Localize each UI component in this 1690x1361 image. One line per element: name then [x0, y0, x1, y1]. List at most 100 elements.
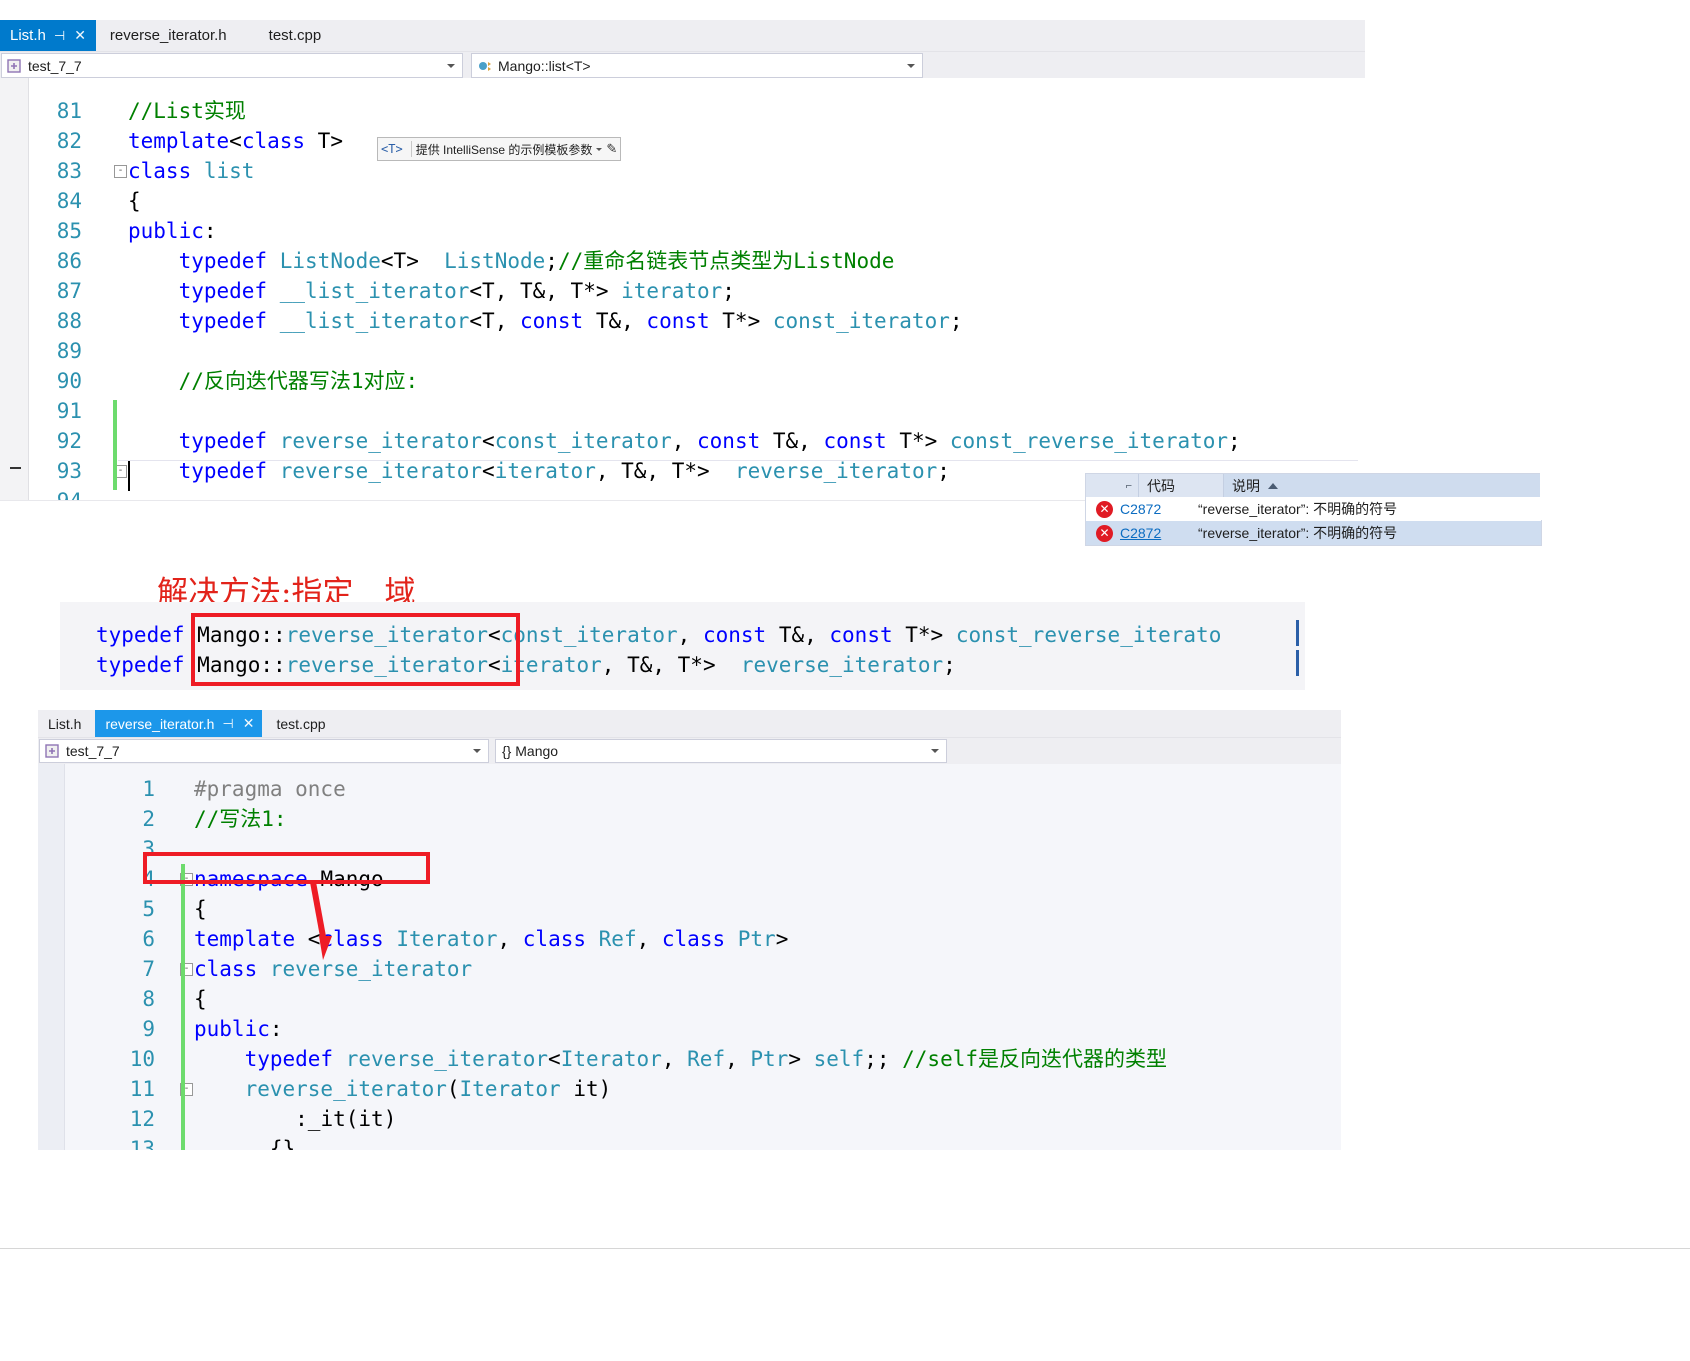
error-list-col-description[interactable]: 说明 — [1224, 474, 1541, 497]
error-severity-icon: ✕ — [1096, 524, 1113, 542]
code-line[interactable]: { — [128, 186, 141, 216]
pin-icon[interactable]: ⊣ — [222, 716, 233, 732]
code-line[interactable]: {} — [194, 1134, 295, 1150]
bottom-editor-code-surface[interactable]: 1 #pragma once 2//写法1: 3 4 namespace Mango -5{… — [38, 764, 1341, 1150]
fold-toggle-icon[interactable]: - — [114, 165, 127, 178]
code-line[interactable]: typedef reverse_iterator<const_iterator,… — [128, 426, 1241, 456]
code-token: const_iterator — [500, 623, 678, 647]
code-token: < — [482, 459, 495, 483]
code-line[interactable]: //写法1: — [194, 804, 287, 834]
tab-test-cpp[interactable]: test.cpp — [262, 710, 339, 737]
code-token: list — [203, 159, 255, 183]
code-token: < — [482, 429, 495, 453]
code-line[interactable]: template <class Iterator, class Ref, cla… — [194, 924, 788, 954]
error-code-link[interactable]: C2872 — [1120, 501, 1198, 517]
change-bar — [181, 984, 185, 1014]
project-selector[interactable]: test_7_7 — [1, 53, 463, 78]
intellisense-template-hint[interactable]: <T> 提供 IntelliSense 的示例模板参数 ✎ — [377, 137, 622, 161]
line-number: 5 — [142, 897, 155, 921]
project-selector[interactable]: test_7_7 — [39, 739, 489, 763]
tab-list-h[interactable]: List.h — [38, 710, 95, 737]
panel-notch — [1540, 473, 1690, 520]
error-code-link[interactable]: C2872 — [1120, 525, 1198, 541]
edit-pencil-icon[interactable]: ✎ — [606, 141, 617, 157]
code-token: < — [229, 129, 242, 153]
code-line[interactable]: #pragma once — [194, 774, 346, 804]
tab-label: reverse_iterator.h — [105, 715, 215, 732]
code-token: //List实现 — [128, 99, 246, 123]
sort-ascending-icon — [1268, 482, 1278, 489]
close-icon[interactable]: ✕ — [243, 715, 255, 732]
code-line[interactable]: public: — [128, 216, 217, 246]
scope-selector-value: Mango::list<T> — [498, 57, 591, 74]
error-list-col-code[interactable]: 代码 — [1139, 474, 1224, 497]
intellisense-hint-text: 提供 IntelliSense 的示例模板参数 — [415, 142, 593, 157]
code-token: template — [194, 927, 296, 951]
chevron-down-icon[interactable] — [931, 749, 939, 753]
chevron-down-icon[interactable] — [596, 147, 603, 151]
pin-icon[interactable]: ⊣ — [54, 28, 65, 44]
code-token: typedef — [178, 279, 268, 303]
code-line[interactable]: //反向迭代器写法1对应: — [128, 366, 419, 396]
code-line[interactable]: //List实现 — [128, 96, 246, 126]
tab-reverse-iterator-h[interactable]: reverse_iterator.h — [96, 20, 255, 51]
code-token: typedef — [178, 459, 268, 483]
code-line[interactable]: typedef __list_iterator<T, T&, T*> itera… — [128, 276, 735, 306]
chevron-down-icon[interactable] — [473, 749, 481, 753]
code-line[interactable]: { — [194, 894, 207, 924]
code-line[interactable]: { — [194, 984, 207, 1014]
code-line[interactable]: public: — [194, 1014, 283, 1044]
tab-test-cpp[interactable]: test.cpp — [255, 20, 336, 51]
code-line[interactable]: typedef ListNode<T> ListNode;//重命名链表节点类型… — [128, 246, 895, 276]
scope-selector[interactable]: {} Mango — [495, 739, 947, 763]
code-line[interactable]: class list — [128, 156, 254, 186]
code-token: , — [497, 927, 523, 951]
tab-list-h[interactable]: List.h ⊣ ✕ — [0, 20, 96, 51]
code-token: T> — [305, 129, 343, 153]
code-token: class — [128, 159, 192, 183]
tab-reverse-iterator-h[interactable]: reverse_iterator.h ⊣ ✕ — [95, 710, 263, 737]
change-bar — [181, 894, 185, 924]
error-list-col-icon[interactable]: ⌐ — [1086, 474, 1139, 497]
code-line[interactable]: template<class T> — [128, 126, 343, 156]
error-description: “reverse_iterator”: 不明确的符号 — [1198, 525, 1398, 541]
code-line[interactable]: :_it(it) — [194, 1104, 396, 1134]
column-options-icon[interactable]: ⌐ — [1126, 480, 1132, 492]
code-token: const_reverse_iterator — [949, 429, 1229, 453]
code-token: typedef — [96, 623, 185, 647]
error-list-row[interactable]: ✕ C2872 “reverse_iterator”: 不明确的符号 — [1086, 497, 1541, 521]
top-panel-spacer — [1365, 20, 1690, 473]
scope-selector[interactable]: Mango::list<T> — [471, 53, 923, 78]
bottom-editor-tabstrip: List.h reverse_iterator.h ⊣ ✕ test.cpp — [38, 710, 1341, 737]
code-line[interactable]: typedef __list_iterator<T, const T&, con… — [128, 306, 963, 336]
chevron-down-icon[interactable] — [907, 63, 915, 68]
code-token: : — [203, 219, 217, 243]
chevron-down-icon[interactable] — [447, 63, 455, 68]
code-token: typedef — [244, 1047, 334, 1071]
code-line[interactable]: typedef reverse_iterator<Iterator, Ref, … — [194, 1044, 1167, 1074]
code-line[interactable]: reverse_iterator(Iterator it) — [194, 1074, 612, 1104]
code-token: T&, — [766, 623, 830, 647]
outline-collapse-glyph[interactable] — [10, 467, 21, 469]
code-token: typedef — [96, 653, 185, 677]
code-token: Iterator — [459, 1077, 561, 1101]
change-bar — [181, 1074, 185, 1104]
top-editor-code-surface[interactable]: 81//List实现 82 template<class T> 83 class lis… — [0, 78, 1365, 500]
line-number: 92 — [56, 429, 82, 453]
code-token: <T, T&, T*> — [469, 279, 622, 303]
error-list-row[interactable]: ✕ C2872 “reverse_iterator”: 不明确的符号 — [1086, 521, 1541, 545]
line-number: 12 — [129, 1107, 155, 1131]
close-icon[interactable]: ✕ — [74, 27, 86, 44]
line-number: 89 — [56, 339, 82, 363]
code-token: <T, — [469, 309, 520, 333]
project-icon — [45, 744, 62, 758]
top-editor-tabstrip: List.h ⊣ ✕ reverse_iterator.h test.cpp — [0, 20, 1365, 51]
code-token: __list_iterator — [279, 279, 470, 303]
code-token: template — [128, 129, 230, 153]
